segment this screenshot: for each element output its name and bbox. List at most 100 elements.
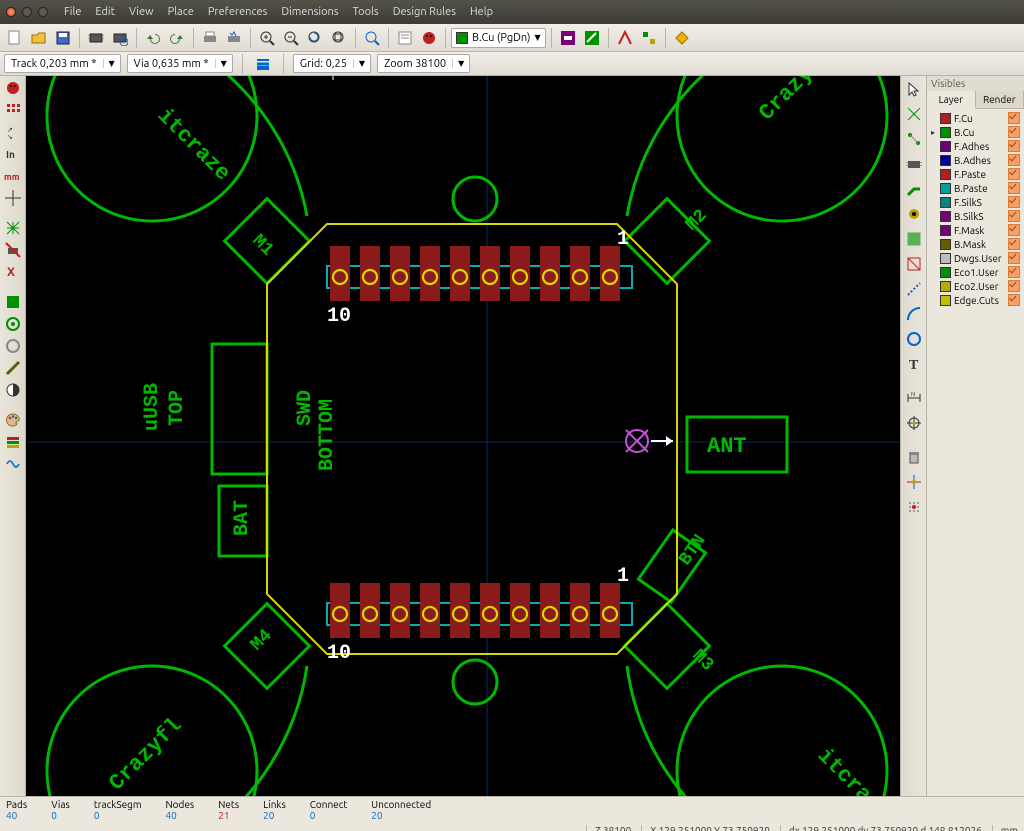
layer-visible-checkbox[interactable] xyxy=(1008,294,1020,306)
zoom-in-icon[interactable] xyxy=(256,27,278,49)
pcb-canvas[interactable]: itcraze Crazyfl Crazyfl itcraze M1 M2 M4… xyxy=(26,76,900,796)
add-footprint-icon[interactable] xyxy=(903,153,925,175)
drill-origin-icon[interactable] xyxy=(903,496,925,518)
layer-visible-checkbox[interactable] xyxy=(1008,196,1020,208)
layer-visible-checkbox[interactable] xyxy=(1008,168,1020,180)
fastroute-icon[interactable] xyxy=(614,27,636,49)
menu-tools[interactable]: Tools xyxy=(347,4,385,20)
layer-color-swatch[interactable] xyxy=(940,253,951,264)
auto-delete-track-icon[interactable]: X xyxy=(2,262,24,282)
layer-row-f-mask[interactable]: F.Mask xyxy=(929,223,1022,237)
netlist-icon[interactable] xyxy=(394,27,416,49)
layer-color-swatch[interactable] xyxy=(940,155,951,166)
add-dimension-icon[interactable]: N xyxy=(903,387,925,409)
redo-icon[interactable] xyxy=(166,27,188,49)
freeroute-icon[interactable] xyxy=(638,27,660,49)
menu-edit[interactable]: Edit xyxy=(89,4,121,20)
zoom-combo[interactable]: Zoom 38100▼ xyxy=(377,54,470,73)
layer-visible-checkbox[interactable] xyxy=(1008,154,1020,166)
add-line-icon[interactable] xyxy=(903,278,925,300)
open-icon[interactable] xyxy=(28,27,50,49)
minimize-button[interactable] xyxy=(22,7,32,17)
layer-visible-checkbox[interactable] xyxy=(1008,266,1020,278)
layer-color-swatch[interactable] xyxy=(940,127,951,138)
menu-view[interactable]: View xyxy=(123,4,160,20)
plot-icon[interactable] xyxy=(223,27,245,49)
layer-row-f-paste[interactable]: F.Paste xyxy=(929,167,1022,181)
layer-row-b-adhes[interactable]: B.Adhes xyxy=(929,153,1022,167)
layer-row-f-silks[interactable]: F.SilkS xyxy=(929,195,1022,209)
grid-combo[interactable]: Grid: 0,25▼ xyxy=(293,54,371,73)
add-zone-icon[interactable] xyxy=(903,228,925,250)
module-viewer-icon[interactable] xyxy=(109,27,131,49)
find-icon[interactable] xyxy=(361,27,383,49)
layer-row-dwgs-user[interactable]: Dwgs.User xyxy=(929,251,1022,265)
menu-dimensions[interactable]: Dimensions xyxy=(275,4,344,20)
zone-display-fill-icon[interactable] xyxy=(2,292,24,312)
layer-selector[interactable]: B.Cu (PgDn) ▼ xyxy=(451,28,546,48)
menu-place[interactable]: Place xyxy=(162,4,200,20)
menu-preferences[interactable]: Preferences xyxy=(202,4,274,20)
polar-coords-icon[interactable]: ↗↘ xyxy=(2,122,24,142)
add-keepout-icon[interactable] xyxy=(903,253,925,275)
add-arc-icon[interactable] xyxy=(903,303,925,325)
tab-render[interactable]: Render xyxy=(976,91,1024,108)
layer-color-swatch[interactable] xyxy=(940,211,951,222)
layer-visible-checkbox[interactable] xyxy=(1008,224,1020,236)
layer-visible-checkbox[interactable] xyxy=(1008,280,1020,292)
zoom-redraw-icon[interactable] xyxy=(304,27,326,49)
palette-icon[interactable] xyxy=(2,410,24,430)
drc-off-icon[interactable] xyxy=(2,78,24,98)
layer-visible-checkbox[interactable] xyxy=(1008,140,1020,152)
delete-icon[interactable] xyxy=(903,446,925,468)
layer-row-b-mask[interactable]: B.Mask xyxy=(929,237,1022,251)
layer-row-eco2-user[interactable]: Eco2.User xyxy=(929,279,1022,293)
undo-icon[interactable] xyxy=(142,27,164,49)
layer-row-b-cu[interactable]: ▸B.Cu xyxy=(929,125,1022,139)
layer-row-eco1-user[interactable]: Eco1.User xyxy=(929,265,1022,279)
layer-color-swatch[interactable] xyxy=(940,183,951,194)
add-text-icon[interactable]: T xyxy=(903,353,925,375)
layer-row-f-adhes[interactable]: F.Adhes xyxy=(929,139,1022,153)
pointer-icon[interactable] xyxy=(903,78,925,100)
save-icon[interactable] xyxy=(52,27,74,49)
ratsnest-module-icon[interactable] xyxy=(2,240,24,260)
layer-visible-checkbox[interactable] xyxy=(1008,112,1020,124)
menu-design-rules[interactable]: Design Rules xyxy=(387,4,462,20)
menu-help[interactable]: Help xyxy=(464,4,499,20)
layer-visible-checkbox[interactable] xyxy=(1008,252,1020,264)
track-width-combo[interactable]: Track 0,203 mm *▼ xyxy=(4,54,121,73)
mode-track-icon[interactable] xyxy=(581,27,603,49)
close-button[interactable] xyxy=(6,7,16,17)
layer-color-swatch[interactable] xyxy=(940,197,951,208)
grid-origin-icon[interactable] xyxy=(903,471,925,493)
pad-display-icon[interactable] xyxy=(2,314,24,334)
print-icon[interactable] xyxy=(199,27,221,49)
layer-color-swatch[interactable] xyxy=(940,295,951,306)
tab-layer[interactable]: Layer xyxy=(927,91,976,109)
layer-row-f-cu[interactable]: F.Cu xyxy=(929,111,1022,125)
script-icon[interactable] xyxy=(671,27,693,49)
layer-color-swatch[interactable] xyxy=(940,113,951,124)
layer-visible-checkbox[interactable] xyxy=(1008,238,1020,250)
mode-footprint-icon[interactable] xyxy=(557,27,579,49)
add-via-icon[interactable] xyxy=(903,203,925,225)
layer-color-swatch[interactable] xyxy=(940,141,951,152)
menu-file[interactable]: File xyxy=(58,4,87,20)
layer-visible-checkbox[interactable] xyxy=(1008,126,1020,138)
zoom-fit-icon[interactable] xyxy=(328,27,350,49)
auto-width-icon[interactable] xyxy=(252,53,274,75)
layer-visible-checkbox[interactable] xyxy=(1008,182,1020,194)
contrast-mode-icon[interactable] xyxy=(2,380,24,400)
units-mm-icon[interactable]: mm xyxy=(2,166,24,186)
add-circle-icon[interactable] xyxy=(903,328,925,350)
microwave-toolbar-icon[interactable] xyxy=(2,454,24,474)
via-display-icon[interactable] xyxy=(2,336,24,356)
track-display-icon[interactable] xyxy=(2,358,24,378)
new-icon[interactable] xyxy=(4,27,26,49)
layer-visible-checkbox[interactable] xyxy=(1008,210,1020,222)
grid-visibility-icon[interactable] xyxy=(2,100,24,120)
layer-row-edge-cuts[interactable]: Edge.Cuts xyxy=(929,293,1022,307)
drc-icon[interactable] xyxy=(418,27,440,49)
cursor-shape-icon[interactable] xyxy=(2,188,24,208)
